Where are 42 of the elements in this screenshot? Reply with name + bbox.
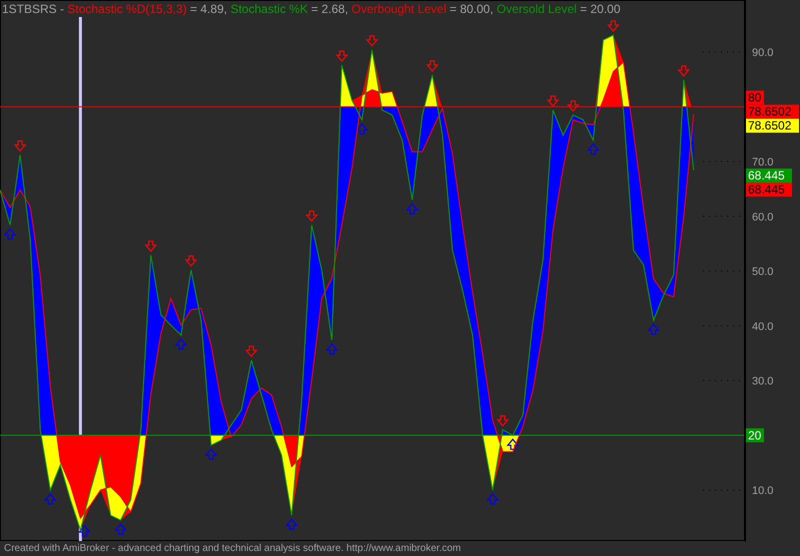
axis-label: 50.0 <box>752 266 774 278</box>
value-badge: 20 <box>746 428 764 442</box>
value-badge: 78.6502 <box>746 104 799 119</box>
value-badge: 68.445 <box>746 182 792 197</box>
up-arrow-icon <box>486 493 499 505</box>
axis-label: 70.0 <box>752 156 774 169</box>
down-arrow-icon <box>546 95 560 107</box>
down-arrow-icon <box>496 415 509 427</box>
up-arrow-icon <box>406 202 418 214</box>
up-arrow-icon <box>4 228 16 240</box>
down-arrow-icon <box>677 65 690 77</box>
chart-title: 1STBSRS - Stochastic %D(15,3,3) = 4.89, Stochastic %K = 2.68, Overbought Level = 80.00, Oversold Level = 20.00 <box>2 3 620 16</box>
down-arrow-icon <box>305 210 318 222</box>
down-arrow-icon <box>245 346 258 358</box>
value-badge: 80 <box>746 90 764 105</box>
up-arrow-icon <box>647 323 660 335</box>
up-arrow-icon <box>78 525 91 537</box>
down-arrow-icon <box>336 50 348 62</box>
up-arrow-icon <box>586 143 600 155</box>
axis-label: 60.0 <box>752 211 774 224</box>
up-arrow-icon <box>204 448 218 460</box>
axis-label: 90.0 <box>752 47 774 60</box>
up-arrow-icon <box>114 523 127 535</box>
up-arrow-icon <box>506 438 520 450</box>
up-arrow-icon <box>326 343 338 355</box>
down-arrow-icon <box>366 35 378 47</box>
axis-label: 30.0 <box>752 376 774 388</box>
down-arrow-icon <box>184 255 198 267</box>
value-badge: 78.6502 <box>746 118 799 133</box>
value-badge: 68.445 <box>746 168 792 183</box>
up-arrow-icon <box>44 493 57 505</box>
down-arrow-icon <box>566 100 580 112</box>
up-arrow-icon <box>174 338 188 350</box>
footer-text: Created with AmiBroker - advanced charting and technical analysis software. http://www.amibroker.com <box>3 542 462 556</box>
up-arrow-icon <box>285 518 298 530</box>
down-arrow-icon <box>144 240 158 252</box>
up-arrow-icon <box>356 122 368 135</box>
down-arrow-icon <box>607 20 620 32</box>
axis-label: 10.0 <box>752 485 774 498</box>
axis-label: 40.0 <box>752 320 774 333</box>
down-arrow-icon <box>14 140 26 152</box>
down-arrow-icon <box>426 60 439 72</box>
